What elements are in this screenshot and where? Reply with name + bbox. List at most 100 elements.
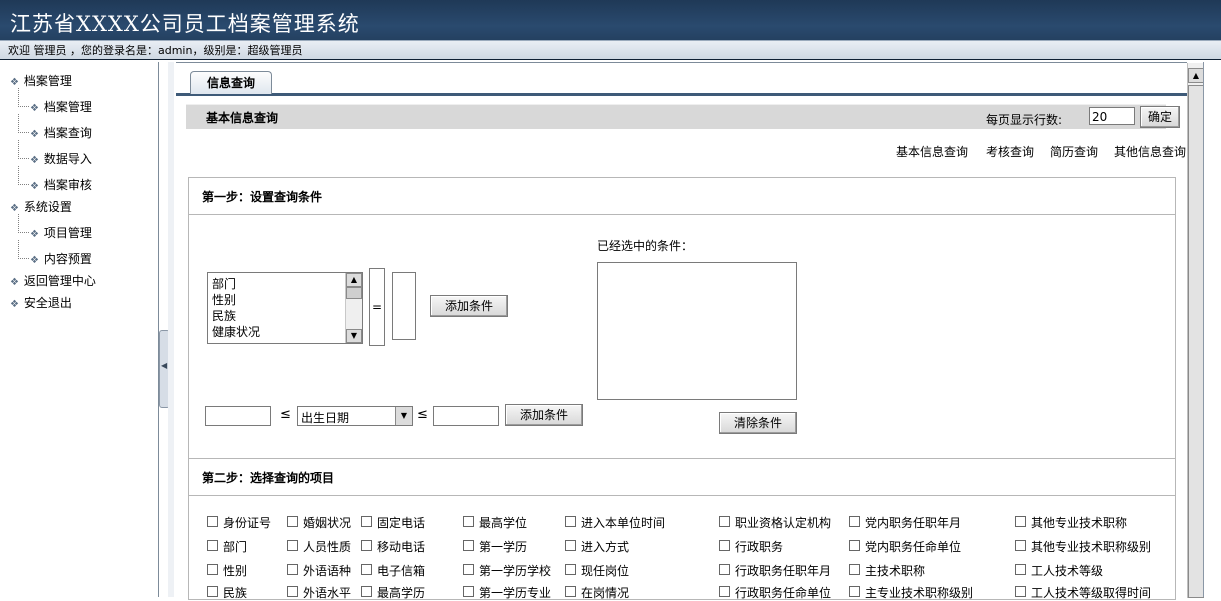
scroll-down-icon[interactable]: ▼ (346, 329, 362, 343)
diamond-icon: ❖ (10, 203, 19, 214)
rows-per-page-input[interactable]: 20 (1089, 107, 1135, 125)
tree-connector (18, 240, 29, 259)
sidebar-item-archive-review[interactable]: ❖ 档案审核 (30, 176, 92, 193)
add-date-condition-button[interactable]: 添加条件 (505, 404, 583, 426)
info-header: 基本信息查询 每页显示行数: 20 确定 (186, 104, 1180, 129)
field-listbox[interactable]: 部门 性别 民族 健康状况 ▲ ▼ (207, 272, 363, 344)
confirm-button[interactable]: 确定 (1140, 106, 1180, 128)
checkbox[interactable] (849, 516, 860, 527)
diamond-icon: ❖ (30, 155, 39, 166)
sidebar-item-system-settings[interactable]: ❖ 系统设置 (10, 198, 72, 215)
checkbox[interactable] (849, 586, 860, 597)
checkbox[interactable] (287, 586, 298, 597)
checkbox[interactable] (463, 586, 474, 597)
list-option[interactable]: 性别 (212, 291, 236, 308)
chevron-down-icon[interactable]: ▼ (395, 407, 412, 425)
checkbox[interactable] (565, 516, 576, 527)
range-start-input[interactable] (205, 406, 271, 426)
checkbox[interactable] (719, 540, 730, 551)
checkbox[interactable] (361, 564, 372, 575)
checkbox-label: 第一学历学校 (479, 564, 552, 578)
checkbox-label: 外语语种 (303, 564, 352, 578)
selected-conditions-box[interactable] (597, 262, 797, 400)
sidebar-item-data-import[interactable]: ❖ 数据导入 (30, 150, 92, 167)
listbox-scrollbar[interactable]: ▲ ▼ (345, 273, 362, 343)
range-end-input[interactable] (433, 406, 499, 426)
checkbox[interactable] (287, 516, 298, 527)
checkbox[interactable] (565, 564, 576, 575)
checkbox[interactable] (207, 540, 218, 551)
sidebar-item-archive-mgmt[interactable]: ❖ 档案管理 (10, 72, 72, 89)
operator-box[interactable]: = (369, 268, 385, 346)
checkbox[interactable] (361, 586, 372, 597)
scroll-up-icon[interactable]: ▲ (1188, 68, 1204, 83)
checkbox[interactable] (1015, 586, 1026, 597)
checkbox[interactable] (287, 564, 298, 575)
step1-title: 第一步：设置查询条件 (202, 190, 323, 204)
checkbox[interactable] (361, 516, 372, 527)
scroll-up-icon[interactable]: ▲ (346, 273, 362, 287)
diamond-icon: ❖ (30, 229, 39, 240)
checkbox[interactable] (463, 540, 474, 551)
add-condition-button[interactable]: 添加条件 (430, 295, 508, 317)
checkbox-label: 党内职务任职年月 (865, 516, 962, 530)
sidebar-item-project-mgmt[interactable]: ❖ 项目管理 (30, 224, 92, 241)
sidebar-item-content-preset[interactable]: ❖ 内容预置 (30, 250, 92, 267)
checkbox[interactable] (565, 586, 576, 597)
clear-conditions-button[interactable]: 清除条件 (719, 412, 797, 434)
checkbox[interactable] (1015, 516, 1026, 527)
checkbox[interactable] (207, 586, 218, 597)
checkbox[interactable] (207, 516, 218, 527)
link-assessment-query[interactable]: 考核查询 (986, 143, 1034, 160)
checkbox-label: 党内职务任命单位 (865, 540, 962, 554)
step1-header: 第一步：设置查询条件 (189, 178, 1175, 215)
sidebar-item-return-center[interactable]: ❖ 返回管理中心 (10, 272, 96, 289)
query-panel: 第一步：设置查询条件 部门 性别 民族 健康状况 ▲ ▼ = 添加条件 已经选中… (188, 177, 1176, 600)
link-resume-query[interactable]: 简历查询 (1050, 143, 1098, 160)
section-title: 基本信息查询 (206, 111, 279, 125)
date-field-select[interactable]: 出生日期 ▼ (297, 406, 413, 426)
checkbox-label: 在岗情况 (581, 586, 630, 600)
sidebar-item-archive-query[interactable]: ❖ 档案查询 (30, 124, 92, 141)
checkbox-label: 性别 (223, 564, 248, 578)
checkbox[interactable] (849, 564, 860, 575)
checkbox[interactable] (1015, 564, 1026, 575)
checkbox[interactable] (849, 540, 860, 551)
checkbox[interactable] (565, 540, 576, 551)
tree-connector (18, 88, 29, 107)
checkbox-label: 主专业技术职称级别 (865, 586, 974, 600)
checkbox[interactable] (719, 586, 730, 597)
sidebar-item-label: 数据导入 (43, 152, 92, 166)
app-title: 江苏省XXXX公司员工档案管理系统 (10, 12, 360, 36)
diamond-icon: ❖ (30, 129, 39, 140)
link-basic-query[interactable]: 基本信息查询 (896, 143, 968, 160)
checkbox[interactable] (287, 540, 298, 551)
link-other-query[interactable]: 其他信息查询 (1114, 143, 1186, 160)
page-scrollbar[interactable]: ▲ (1187, 63, 1204, 598)
condition-value-input[interactable] (392, 272, 416, 340)
checkbox[interactable] (463, 564, 474, 575)
checkbox[interactable] (207, 564, 218, 575)
checkbox[interactable] (719, 564, 730, 575)
list-option[interactable]: 健康状况 (212, 323, 260, 340)
checkbox[interactable] (361, 540, 372, 551)
right-frame-edge (1203, 62, 1221, 597)
checkbox[interactable] (1015, 540, 1026, 551)
scroll-thumb[interactable] (346, 287, 362, 299)
main-content: 信息查询 基本信息查询 每页显示行数: 20 确定 基本信息查询 考核查询 简历… (176, 62, 1204, 600)
sidebar-item-logout[interactable]: ❖ 安全退出 (10, 294, 72, 311)
checkbox[interactable] (719, 516, 730, 527)
checkbox-label: 人员性质 (303, 540, 352, 554)
scroll-thumb[interactable] (1188, 85, 1204, 598)
list-option[interactable]: 部门 (212, 275, 236, 292)
tree-connector (18, 166, 29, 185)
sidebar-item-label: 档案审核 (43, 178, 92, 192)
sidebar-item-label: 安全退出 (23, 296, 72, 310)
list-option[interactable]: 民族 (212, 307, 236, 324)
sidebar-item-archive-manage[interactable]: ❖ 档案管理 (30, 98, 92, 115)
checkbox[interactable] (463, 516, 474, 527)
checkbox-label: 电子信箱 (377, 564, 426, 578)
chevron-left-icon: ◀ (161, 361, 168, 370)
checkbox-label: 最高学历 (377, 586, 426, 600)
tab-info-query[interactable]: 信息查询 (190, 71, 272, 94)
